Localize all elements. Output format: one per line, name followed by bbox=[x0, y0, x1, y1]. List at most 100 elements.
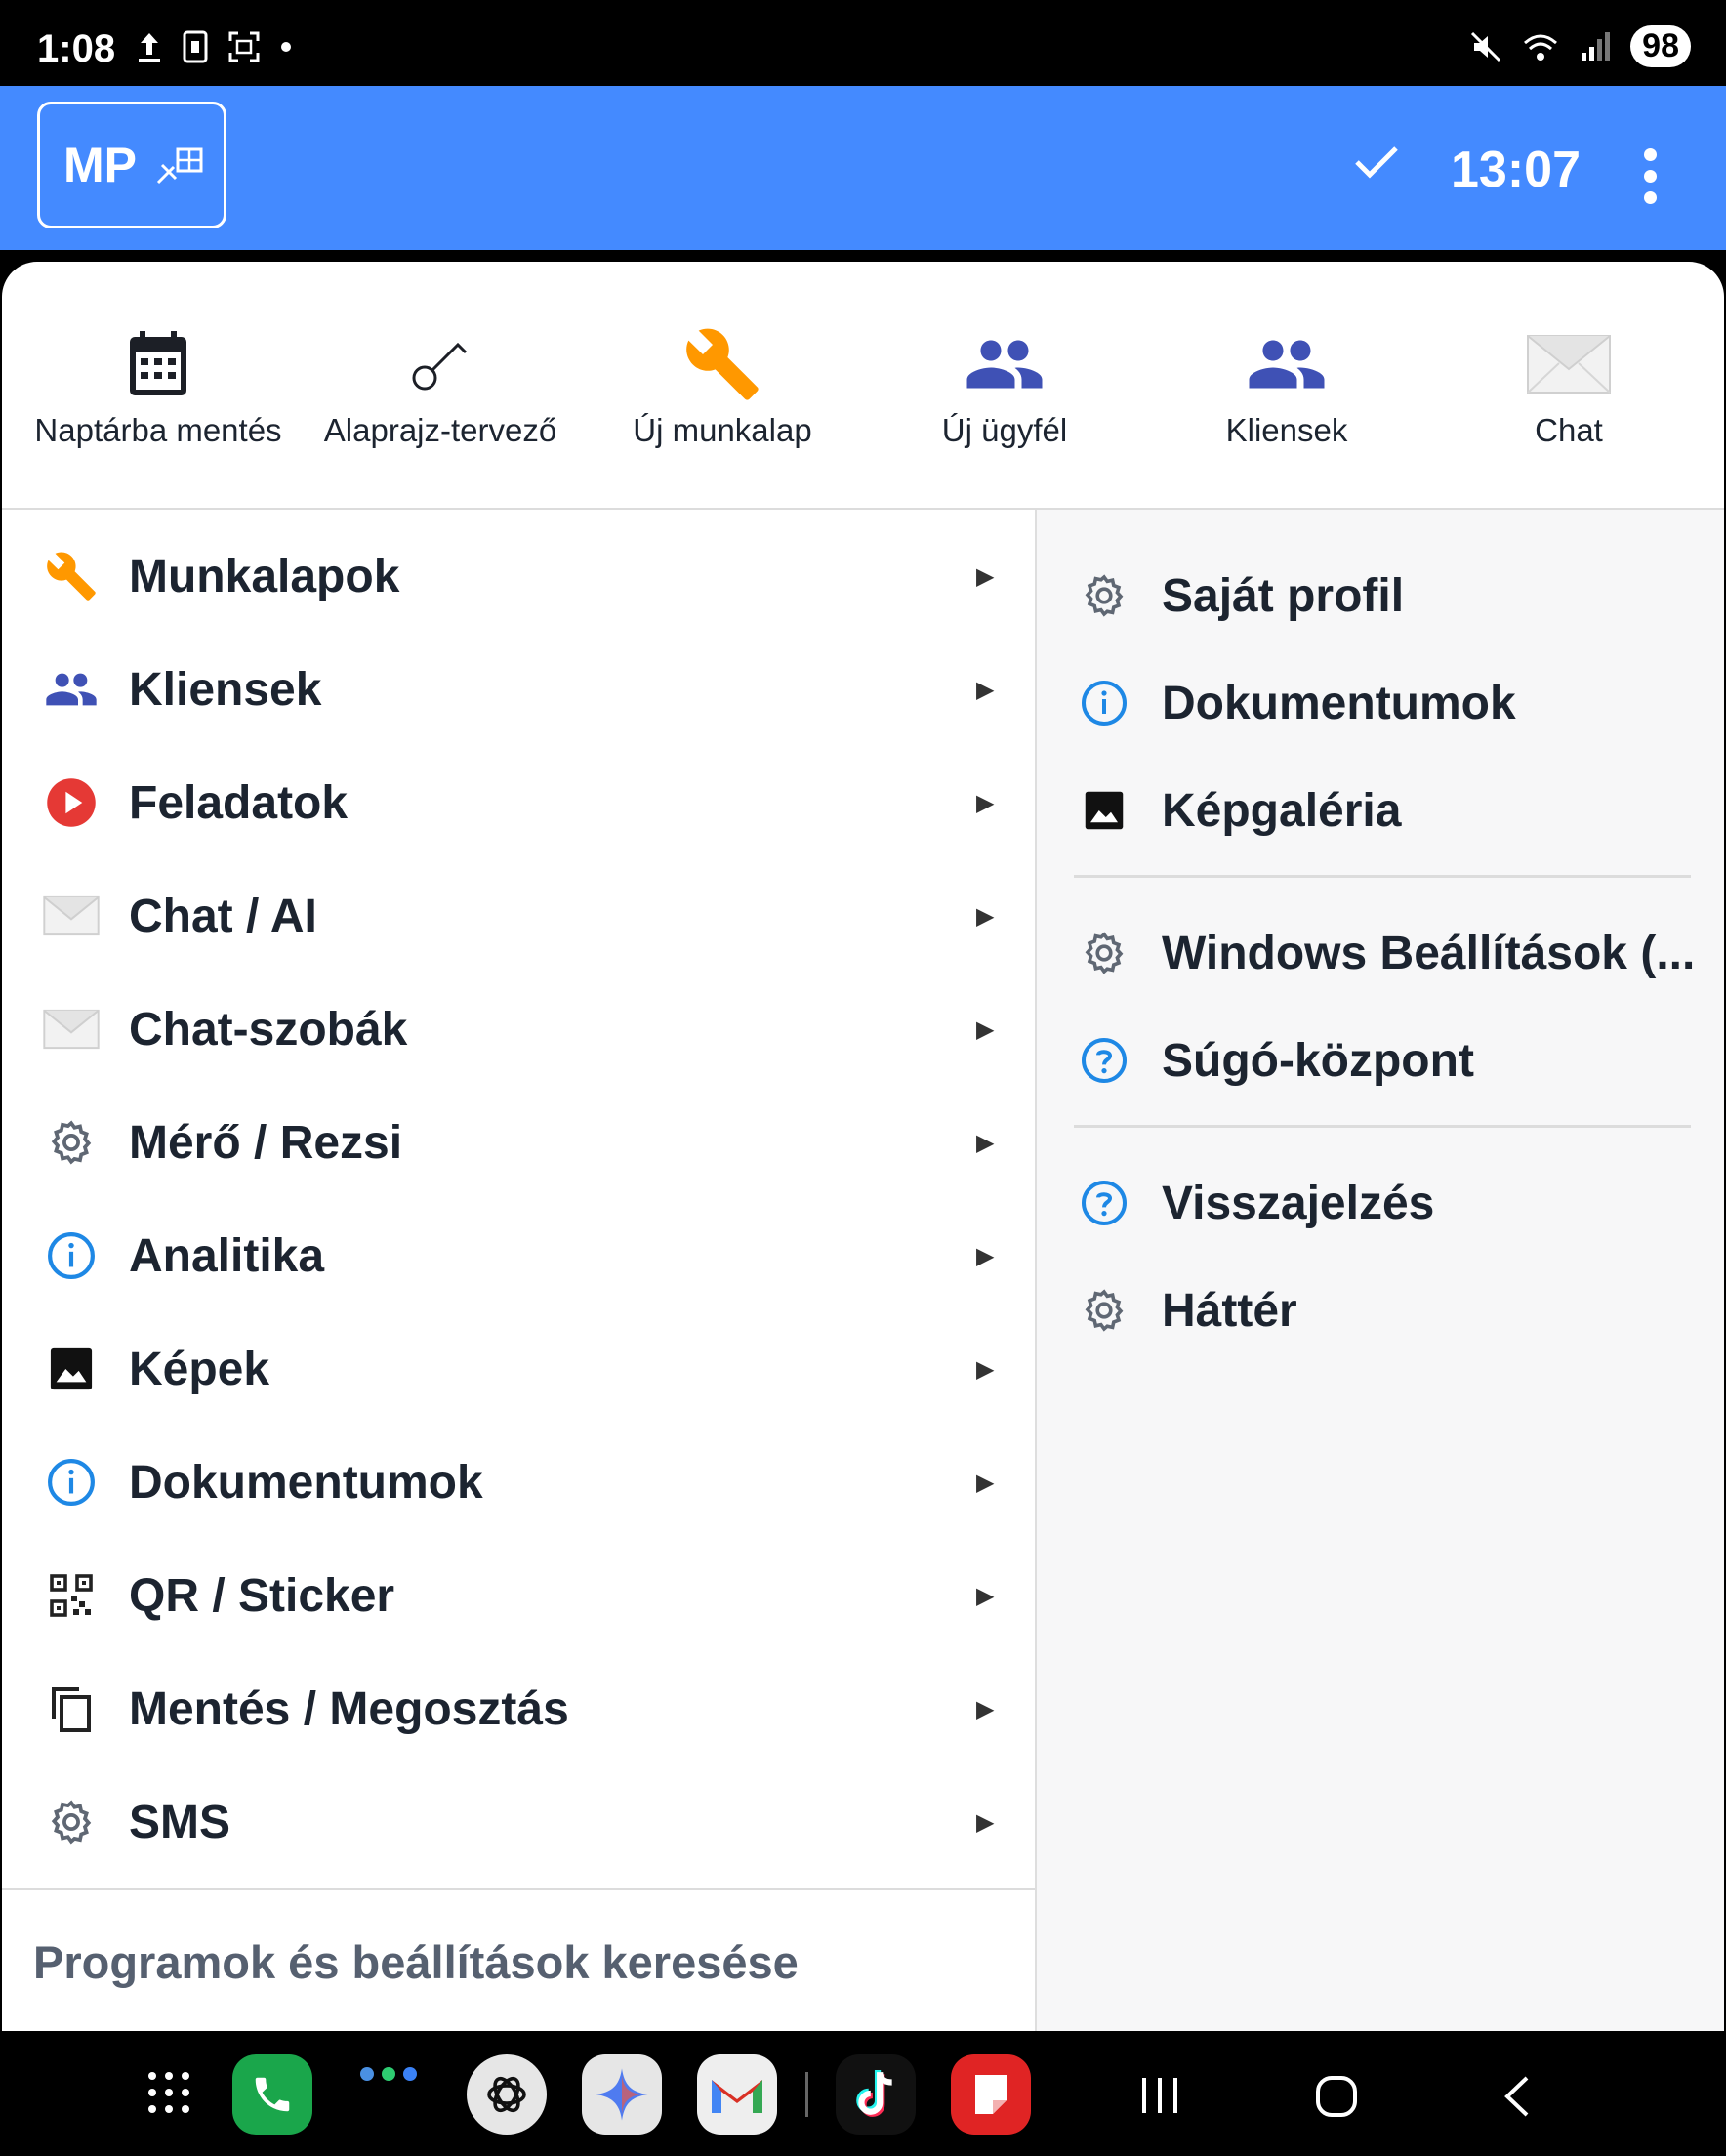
program-search-button[interactable]: Programok és beállítások keresése bbox=[2, 1888, 1035, 2031]
quick-action-calendar-save[interactable]: Naptárba mentés bbox=[17, 320, 300, 449]
divider bbox=[1074, 875, 1691, 878]
qr-icon bbox=[50, 1574, 93, 1617]
wifi-icon bbox=[1524, 34, 1558, 61]
menu-item-kliensek[interactable]: Kliensek ▶ bbox=[2, 633, 1035, 746]
quick-action-label: Chat bbox=[1535, 412, 1603, 448]
menu-item-label: Mentés / Megosztás bbox=[129, 1682, 569, 1735]
menu-item-label: Súgó-központ bbox=[1162, 1034, 1474, 1087]
submenu-arrow-icon: ▶ bbox=[976, 1582, 995, 1609]
submenu-arrow-icon: ▶ bbox=[976, 1016, 995, 1043]
submenu-arrow-icon: ▶ bbox=[976, 562, 995, 590]
envelope-icon bbox=[1527, 335, 1611, 394]
menu-item-label: Windows Beállítások (... bbox=[1162, 927, 1696, 979]
back-icon[interactable] bbox=[1500, 2074, 1535, 2119]
quick-action-new-client[interactable]: Új ügyfél bbox=[863, 320, 1146, 449]
submenu-arrow-icon: ▶ bbox=[976, 902, 995, 930]
status-notification-icons bbox=[135, 29, 293, 64]
submenu-arrow-icon: ▶ bbox=[976, 1808, 995, 1836]
phone-app-icon[interactable] bbox=[232, 2054, 312, 2135]
sim-icon bbox=[183, 30, 208, 63]
submenu-arrow-icon: ▶ bbox=[976, 1695, 995, 1722]
wrench-icon bbox=[686, 328, 759, 400]
menu-item-label: Dokumentumok bbox=[129, 1456, 483, 1509]
menu-item-windows-settings[interactable]: Windows Beállítások (... bbox=[1037, 904, 1724, 1002]
mute-icon bbox=[1471, 31, 1501, 62]
submenu-arrow-icon: ▶ bbox=[976, 1129, 995, 1156]
gear-icon bbox=[1085, 932, 1124, 974]
screenshot-icon bbox=[228, 31, 260, 62]
gear-icon bbox=[51, 1800, 92, 1845]
quick-action-label: Kliensek bbox=[1225, 412, 1348, 448]
workspace-button[interactable]: MP bbox=[37, 102, 226, 228]
chatgpt-app-icon[interactable] bbox=[467, 2054, 547, 2135]
gear-icon bbox=[51, 1120, 92, 1165]
more-options-icon[interactable] bbox=[1644, 148, 1658, 204]
menu-item-dokumentumok[interactable]: Dokumentumok ▶ bbox=[2, 1426, 1035, 1539]
menu-item-hatter[interactable]: Háttér bbox=[1037, 1262, 1724, 1359]
app-drawer-icon[interactable] bbox=[144, 2068, 193, 2117]
menu-item-sms[interactable]: SMS ▶ bbox=[2, 1765, 1035, 1879]
menu-item-munkalapok[interactable]: Munkalapok ▶ bbox=[2, 519, 1035, 633]
menu-item-analitika[interactable]: Analitika ▶ bbox=[2, 1199, 1035, 1312]
gear-icon bbox=[1085, 1289, 1124, 1332]
menu-item-label: Visszajelzés bbox=[1162, 1177, 1435, 1229]
quick-action-floorplan[interactable]: Alaprajz-tervező bbox=[299, 320, 582, 449]
recent-apps-icon[interactable] bbox=[1138, 2074, 1181, 2117]
main-menu: Munkalapok ▶ Kliensek ▶ Feladatok ▶ Chat… bbox=[2, 510, 1037, 2031]
menu-item-mentes-megosztas[interactable]: Mentés / Megosztás ▶ bbox=[2, 1652, 1035, 1765]
workspace-badge: MP bbox=[63, 138, 137, 192]
app-folder-icon[interactable] bbox=[357, 2066, 420, 2094]
people-icon bbox=[46, 673, 97, 706]
quick-action-new-worksheet[interactable]: Új munkalap bbox=[581, 320, 864, 449]
status-system-icons: 98 bbox=[1468, 25, 1691, 67]
help-icon bbox=[1082, 1181, 1127, 1225]
dot-icon bbox=[281, 42, 291, 52]
menu-item-label: Analitika bbox=[129, 1229, 325, 1282]
menu-item-chat-szobak[interactable]: Chat-szobák ▶ bbox=[2, 973, 1035, 1086]
quick-action-chat[interactable]: Chat bbox=[1427, 320, 1710, 449]
image-icon bbox=[1085, 791, 1124, 830]
menu-item-label: Chat / AI bbox=[129, 890, 317, 942]
people-icon bbox=[966, 340, 1043, 389]
quick-action-clients[interactable]: Kliensek bbox=[1145, 320, 1428, 449]
menu-item-label: Chat-szobák bbox=[129, 1003, 408, 1056]
key-icon bbox=[412, 342, 468, 391]
menu-item-feladatok[interactable]: Feladatok ▶ bbox=[2, 746, 1035, 859]
menu-item-label: Háttér bbox=[1162, 1284, 1297, 1337]
menu-item-chat-ai[interactable]: Chat / AI ▶ bbox=[2, 859, 1035, 973]
menu-item-visszajelzes[interactable]: Visszajelzés bbox=[1037, 1154, 1724, 1252]
menu-item-dokumentumok-right[interactable]: Dokumentumok bbox=[1037, 654, 1724, 752]
check-icon[interactable] bbox=[1353, 143, 1400, 182]
gear-icon bbox=[1085, 574, 1124, 617]
envelope-icon bbox=[43, 895, 100, 936]
menu-item-qr-sticker[interactable]: QR / Sticker ▶ bbox=[2, 1539, 1035, 1652]
gemini-app-icon[interactable] bbox=[582, 2054, 662, 2135]
info-icon bbox=[48, 1232, 95, 1279]
people-icon bbox=[1249, 340, 1325, 389]
menu-item-sajat-profil[interactable]: Saját profil bbox=[1037, 547, 1724, 644]
dock-divider bbox=[805, 2072, 808, 2117]
submenu-arrow-icon: ▶ bbox=[976, 1469, 995, 1496]
divider bbox=[1074, 1125, 1691, 1128]
signal-icon bbox=[1582, 31, 1611, 61]
calendar-icon bbox=[130, 331, 186, 395]
status-bar: 1:08 98 bbox=[0, 0, 1726, 86]
upload-icon bbox=[139, 33, 160, 62]
tiktok-app-icon[interactable] bbox=[836, 2054, 916, 2135]
wrench-icon bbox=[47, 552, 96, 601]
notes-app-icon[interactable] bbox=[951, 2054, 1031, 2135]
image-icon bbox=[50, 1348, 93, 1390]
quick-action-label: Új munkalap bbox=[633, 412, 812, 448]
gmail-app-icon[interactable] bbox=[697, 2054, 777, 2135]
menu-item-kepek[interactable]: Képek ▶ bbox=[2, 1312, 1035, 1426]
submenu-arrow-icon: ▶ bbox=[976, 1355, 995, 1383]
menu-item-label: SMS bbox=[129, 1796, 231, 1848]
menu-item-mero-rezsi[interactable]: Mérő / Rezsi ▶ bbox=[2, 1086, 1035, 1199]
menu-item-label: Kliensek bbox=[129, 663, 322, 716]
menu-item-sugo-kozpont[interactable]: Súgó-központ bbox=[1037, 1012, 1724, 1109]
menu-item-label: Feladatok bbox=[129, 776, 349, 829]
help-icon bbox=[1082, 1038, 1127, 1083]
home-icon[interactable] bbox=[1314, 2074, 1359, 2119]
quick-action-label: Alaprajz-tervező bbox=[323, 412, 557, 448]
menu-item-kepgaleria[interactable]: Képgaléria bbox=[1037, 762, 1724, 859]
